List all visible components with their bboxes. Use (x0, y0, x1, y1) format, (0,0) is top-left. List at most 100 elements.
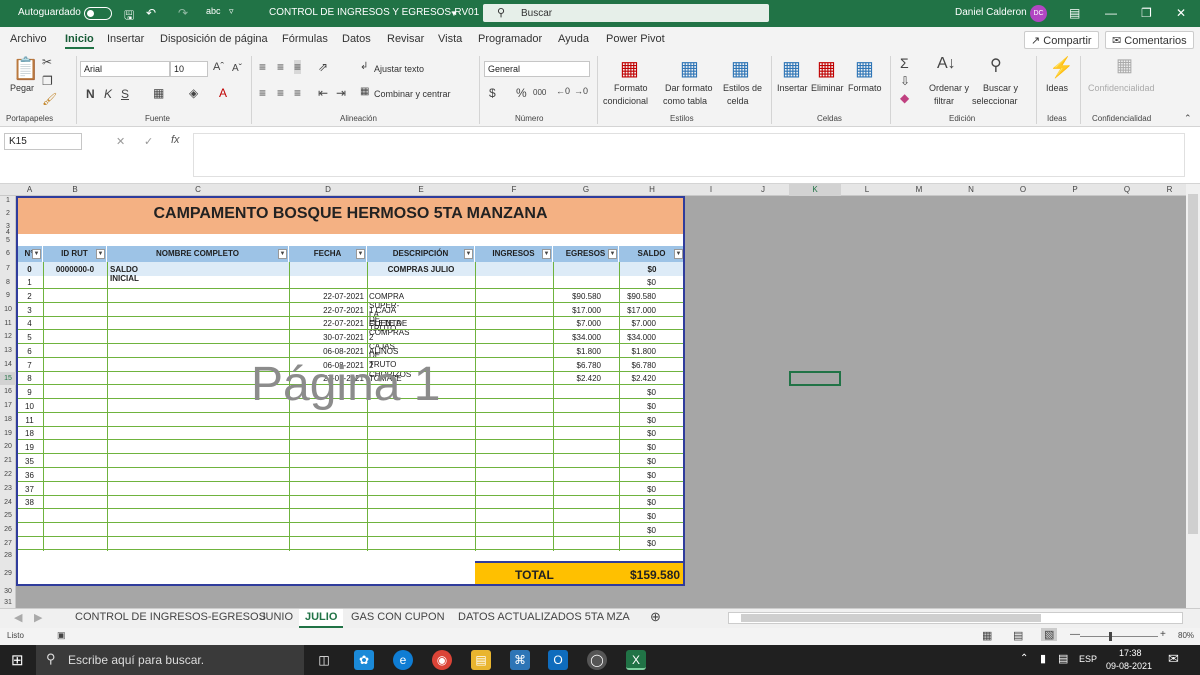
search-box[interactable]: ⚲ Buscar (483, 4, 769, 22)
avatar[interactable]: DC (1030, 5, 1047, 22)
close-icon[interactable]: ✕ (1176, 6, 1186, 20)
bold-button[interactable]: N (86, 87, 95, 101)
row-header[interactable]: 12 (0, 330, 16, 344)
chevron-down-icon[interactable]: ▼ (450, 9, 458, 18)
column-header[interactable]: C (107, 184, 289, 196)
merge-center-button[interactable]: Combinar y centrar (374, 89, 451, 99)
paste-button[interactable]: Pegar (10, 83, 34, 93)
windows-icon[interactable]: ✿ (354, 650, 374, 670)
language-label[interactable]: ESP (1079, 654, 1097, 664)
sort-filter-label1[interactable]: Ordenar y (929, 83, 969, 93)
decrease-decimal-icon[interactable]: →0 (574, 86, 588, 96)
media-icon[interactable]: ◯ (587, 650, 607, 670)
zoom-thumb[interactable] (1109, 632, 1112, 641)
table-format-icon[interactable]: ▦ (680, 56, 699, 81)
collapse-ribbon-icon[interactable]: ⌃ (1184, 113, 1192, 124)
delete-cells-icon[interactable]: ▦ (817, 56, 836, 81)
redo-icon[interactable]: ↷ (178, 6, 188, 20)
row-header[interactable]: 21 (0, 454, 16, 468)
increase-font-icon[interactable]: Aˆ (213, 61, 224, 73)
menu-ayuda[interactable]: Ayuda (558, 33, 589, 45)
find-select-label2[interactable]: seleccionar (972, 96, 1018, 106)
name-box[interactable]: K15 (4, 133, 82, 150)
menu-programador[interactable]: Programador (478, 33, 542, 45)
column-header[interactable]: N (945, 184, 997, 196)
conditional-format-label1[interactable]: Formato (614, 83, 648, 93)
row-header[interactable]: 16 (0, 385, 16, 399)
undo-icon[interactable]: ↶ (146, 6, 156, 20)
sort-filter-icon[interactable]: A↓ (937, 55, 956, 73)
copy-icon[interactable]: ❐ (42, 74, 53, 88)
row-header[interactable]: 18 (0, 413, 16, 427)
column-header[interactable]: K (789, 184, 841, 196)
normal-view-icon[interactable]: ▦ (982, 629, 992, 642)
column-header[interactable]: O (997, 184, 1049, 196)
menu-disposicion[interactable]: Disposición de página (160, 33, 268, 45)
row-header[interactable]: 15 (0, 372, 16, 385)
align-bottom-icon[interactable]: ≡ (294, 60, 302, 74)
comments-button[interactable]: ✉ Comentarios (1105, 31, 1194, 49)
tab-julio[interactable]: JULIO (299, 609, 344, 628)
column-header[interactable]: I (685, 184, 737, 196)
cut-icon[interactable]: ✂ (42, 55, 52, 69)
horizontal-scrollbar[interactable] (728, 612, 1183, 624)
insert-cells-button[interactable]: Insertar (777, 83, 808, 93)
fill-color-icon[interactable]: ◈ (189, 86, 198, 100)
merge-icon[interactable]: ▦ (360, 86, 369, 97)
ideas-icon[interactable]: ⚡ (1049, 55, 1074, 80)
zoom-out-icon[interactable]: — (1070, 629, 1080, 640)
increase-decimal-icon[interactable]: ←0 (556, 86, 570, 96)
minimize-icon[interactable]: — (1105, 6, 1117, 20)
row-header[interactable]: 8 (0, 276, 16, 289)
restore-icon[interactable]: ❐ (1141, 6, 1152, 20)
notifications-icon[interactable]: ✉ (1168, 651, 1179, 667)
column-header[interactable]: R (1153, 184, 1186, 196)
menu-insertar[interactable]: Insertar (107, 33, 144, 45)
menu-archivo[interactable]: Archivo (10, 33, 47, 45)
align-top-icon[interactable]: ≡ (259, 60, 266, 74)
file-explorer-icon[interactable]: ▤ (471, 650, 491, 670)
taskbar-search[interactable]: ⚲ Escribe aquí para buscar. (36, 645, 304, 675)
increase-indent-icon[interactable]: ⇥ (336, 86, 346, 100)
excel-icon[interactable]: X (626, 650, 646, 670)
clear-icon[interactable]: ◆ (900, 91, 909, 105)
paste-icon[interactable]: 📋 (12, 56, 39, 82)
chrome-icon[interactable]: ◉ (432, 650, 452, 670)
row-header[interactable]: 17 (0, 399, 16, 413)
tab-junio[interactable]: JUNIO (260, 611, 293, 623)
row-header[interactable]: 26 (0, 523, 16, 537)
row-header[interactable]: 11 (0, 317, 16, 330)
autosave-toggle[interactable] (84, 7, 112, 20)
wrap-text-icon[interactable]: ↲ (360, 61, 368, 72)
confidentiality-button[interactable]: Confidencialidad (1088, 83, 1155, 93)
save-icon[interactable]: 🖫 (124, 6, 134, 27)
delete-cells-button[interactable]: Eliminar (811, 83, 844, 93)
page-break-view-icon[interactable]: ▧ (1041, 628, 1058, 641)
table-format-label2[interactable]: como tabla (663, 96, 707, 106)
align-right-icon[interactable]: ≡ (294, 86, 301, 100)
sort-filter-label2[interactable]: filtrar (934, 96, 954, 106)
windows-start-icon[interactable]: ⊞ (11, 651, 24, 669)
percent-button[interactable]: % (516, 86, 527, 100)
fill-icon[interactable]: ⇩ (900, 74, 910, 88)
user-name[interactable]: Daniel Calderon (955, 7, 1027, 18)
format-cells-button[interactable]: Formato (848, 83, 882, 93)
row-header[interactable]: 23 (0, 482, 16, 496)
find-select-label1[interactable]: Buscar y (983, 83, 1018, 93)
row-header[interactable]: 28 (0, 550, 16, 561)
format-cells-icon[interactable]: ▦ (855, 56, 874, 81)
row-header[interactable]: 27 (0, 537, 16, 550)
add-sheet-icon[interactable]: ⊕ (650, 609, 661, 625)
row-header[interactable]: 6 (0, 246, 16, 262)
tab-gas[interactable]: GAS CON CUPON (351, 611, 445, 623)
italic-button[interactable]: K (104, 87, 112, 101)
menu-datos[interactable]: Datos (342, 33, 371, 45)
insert-function-button[interactable]: fx (171, 134, 180, 146)
currency-icon[interactable]: $ (489, 86, 496, 100)
row-header[interactable]: 29 (0, 561, 16, 587)
network-icon[interactable]: ▤ (1058, 652, 1068, 665)
align-center-icon[interactable]: ≡ (277, 86, 284, 100)
edge-icon[interactable]: e (393, 650, 413, 670)
row-header[interactable]: 24 (0, 496, 16, 509)
row-header[interactable]: 25 (0, 509, 16, 523)
